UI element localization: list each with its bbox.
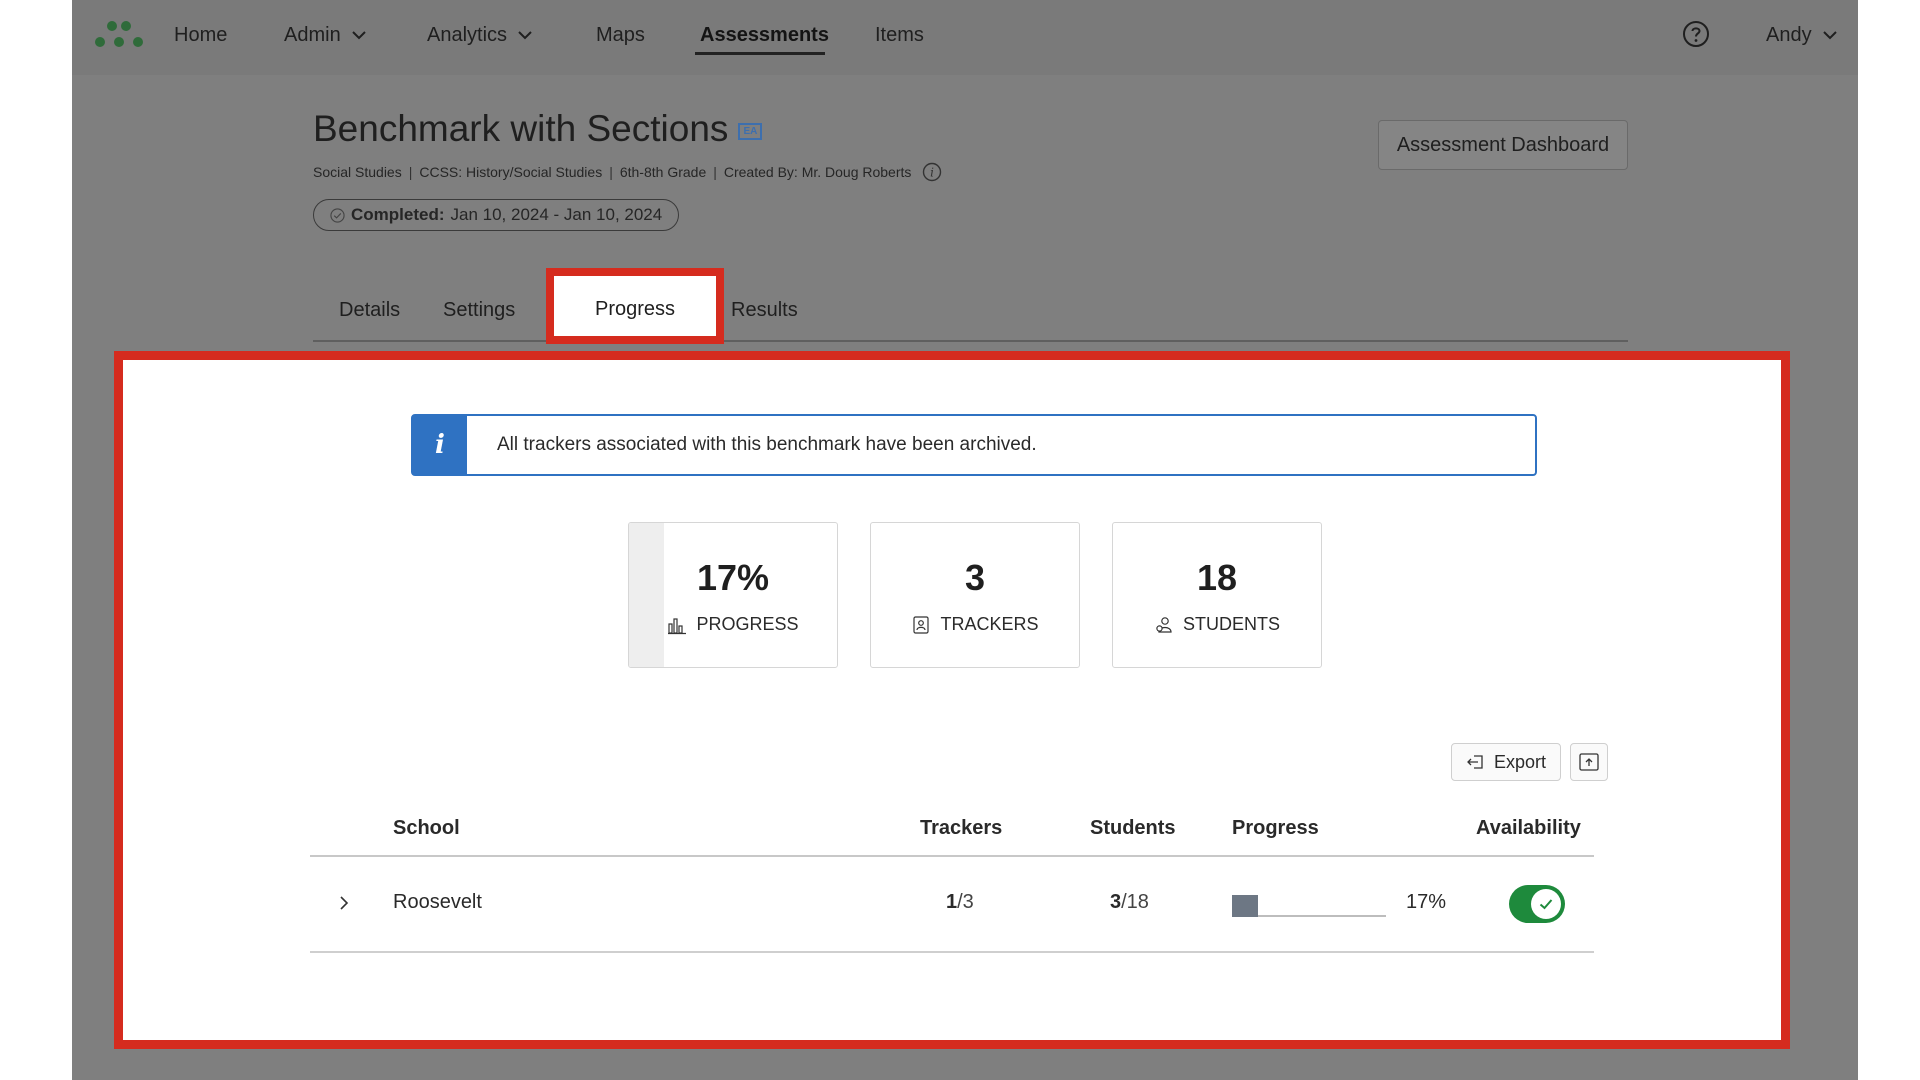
archived-alert: i All trackers associated with this benc… — [411, 414, 1537, 476]
info-icon[interactable]: i — [922, 162, 942, 182]
export-label: Export — [1493, 751, 1547, 772]
svg-text:i: i — [930, 166, 934, 180]
nav-items-label: Items — [875, 23, 924, 46]
trackers-done: 1 — [946, 891, 958, 913]
nav-admin[interactable]: Admin — [284, 20, 369, 50]
tab-settings[interactable]: Settings — [443, 299, 515, 322]
meta-separator: | — [713, 164, 717, 180]
stat-students-label: STUDENTS — [1182, 614, 1280, 634]
stat-trackers-label-row: TRACKERS — [871, 614, 1079, 635]
tab-progress-label: Progress — [594, 298, 676, 320]
assessment-dashboard-button[interactable]: Assessment Dashboard — [1378, 120, 1628, 170]
students-count: 3/18 — [1110, 891, 1149, 914]
alert-text: All trackers associated with this benchm… — [497, 434, 1037, 455]
upload-button[interactable] — [1570, 743, 1608, 781]
column-header-school[interactable]: School — [393, 817, 460, 840]
nav-items[interactable]: Items — [875, 20, 924, 50]
tab-results[interactable]: Results — [731, 299, 798, 322]
table-row[interactable]: Roosevelt 1/3 3/18 17% — [310, 857, 1594, 953]
status-label: Completed: — [351, 205, 445, 224]
toggle-knob — [1531, 889, 1561, 919]
page-title-row: Benchmark with Sections EA — [313, 108, 763, 150]
stat-trackers-value: 3 — [964, 557, 986, 598]
school-name[interactable]: Roosevelt — [393, 891, 482, 914]
nav-assessments[interactable]: Assessments — [700, 20, 829, 50]
page-title: Benchmark with Sections — [313, 108, 729, 149]
nav-maps[interactable]: Maps — [596, 20, 645, 50]
question-circle-icon[interactable] — [1682, 20, 1710, 48]
tab-bar: Details Settings Results — [313, 268, 1628, 342]
assessment-meta: Social Studies | CCSS: History/Social St… — [313, 162, 942, 182]
column-header-students[interactable]: Students — [1090, 817, 1176, 840]
column-header-availability[interactable]: Availability — [1476, 817, 1581, 840]
dots-logo-icon[interactable] — [94, 18, 144, 48]
stat-progress-label-row: PROGRESS — [629, 614, 837, 635]
nav-home[interactable]: Home — [174, 20, 227, 50]
bar-chart-icon — [668, 617, 687, 634]
stat-progress-value: 17% — [696, 557, 770, 598]
meta-separator: | — [609, 164, 613, 180]
user-name: Andy — [1766, 23, 1812, 46]
stat-students-label-row: STUDENTS — [1113, 614, 1321, 635]
progress-panel: i All trackers associated with this benc… — [114, 351, 1790, 1049]
nav-home-label: Home — [174, 23, 228, 46]
chevron-down-icon — [1822, 31, 1837, 40]
nav-admin-label: Admin — [284, 23, 341, 46]
availability-toggle[interactable] — [1509, 885, 1565, 923]
stat-card-students: 18 STUDENTS — [1112, 522, 1322, 668]
tab-details[interactable]: Details — [339, 299, 400, 322]
nav-assessments-label: Assessments — [700, 23, 829, 46]
app-window: Home Admin Analytics Maps Assessments It… — [72, 0, 1858, 1080]
check-icon — [1539, 899, 1553, 910]
tab-progress[interactable]: Progress — [546, 268, 724, 344]
column-header-progress[interactable]: Progress — [1232, 817, 1319, 840]
progress-bar-fill — [1232, 895, 1259, 917]
table-header: School Trackers Students Progress Availa… — [310, 805, 1594, 857]
meta-creator: Created By: Mr. Doug Roberts — [723, 164, 912, 180]
status-badge: Completed: Jan 10, 2024 - Jan 10, 2024 — [313, 199, 680, 231]
trackers-total: /3 — [957, 891, 974, 913]
stat-card-trackers: 3 TRACKERS — [870, 522, 1080, 668]
chevron-right-icon[interactable] — [334, 893, 354, 913]
nav-maps-label: Maps — [596, 23, 645, 46]
meta-grade: 6th-8th Grade — [619, 164, 707, 180]
trackers-count: 1/3 — [946, 891, 974, 914]
status-dates: Jan 10, 2024 - Jan 10, 2024 — [450, 205, 663, 224]
school-progress-table: School Trackers Students Progress Availa… — [310, 805, 1594, 953]
meta-standard: CCSS: History/Social Studies — [419, 164, 603, 180]
info-icon: i — [413, 416, 467, 474]
students-done: 3 — [1110, 891, 1122, 913]
check-circle-icon — [330, 207, 345, 223]
nav-analytics-label: Analytics — [427, 23, 508, 46]
upload-icon — [1579, 753, 1599, 771]
nav-active-underline — [695, 52, 825, 55]
export-icon — [1467, 755, 1483, 769]
students-icon — [1156, 616, 1172, 633]
column-header-trackers[interactable]: Trackers — [920, 817, 1002, 840]
stat-card-progress: 17% PROGRESS — [628, 522, 838, 668]
chevron-down-icon — [518, 31, 532, 40]
export-button[interactable]: Export — [1451, 743, 1561, 781]
top-navigation: Home Admin Analytics Maps Assessments It… — [72, 0, 1858, 75]
meta-subject: Social Studies — [313, 164, 402, 180]
stat-progress-label: PROGRESS — [696, 614, 799, 634]
chevron-down-icon — [351, 31, 366, 40]
students-total: /18 — [1121, 891, 1149, 913]
ea-badge: EA — [738, 122, 763, 140]
stat-students-value: 18 — [1196, 557, 1238, 598]
stat-trackers-label: TRACKERS — [940, 614, 1039, 634]
nav-analytics[interactable]: Analytics — [427, 20, 535, 50]
progress-percent: 17% — [1406, 891, 1447, 913]
tracker-icon — [913, 615, 930, 634]
progress-bar — [1232, 895, 1386, 917]
user-menu[interactable]: Andy — [1766, 20, 1840, 50]
meta-separator: | — [408, 164, 413, 180]
